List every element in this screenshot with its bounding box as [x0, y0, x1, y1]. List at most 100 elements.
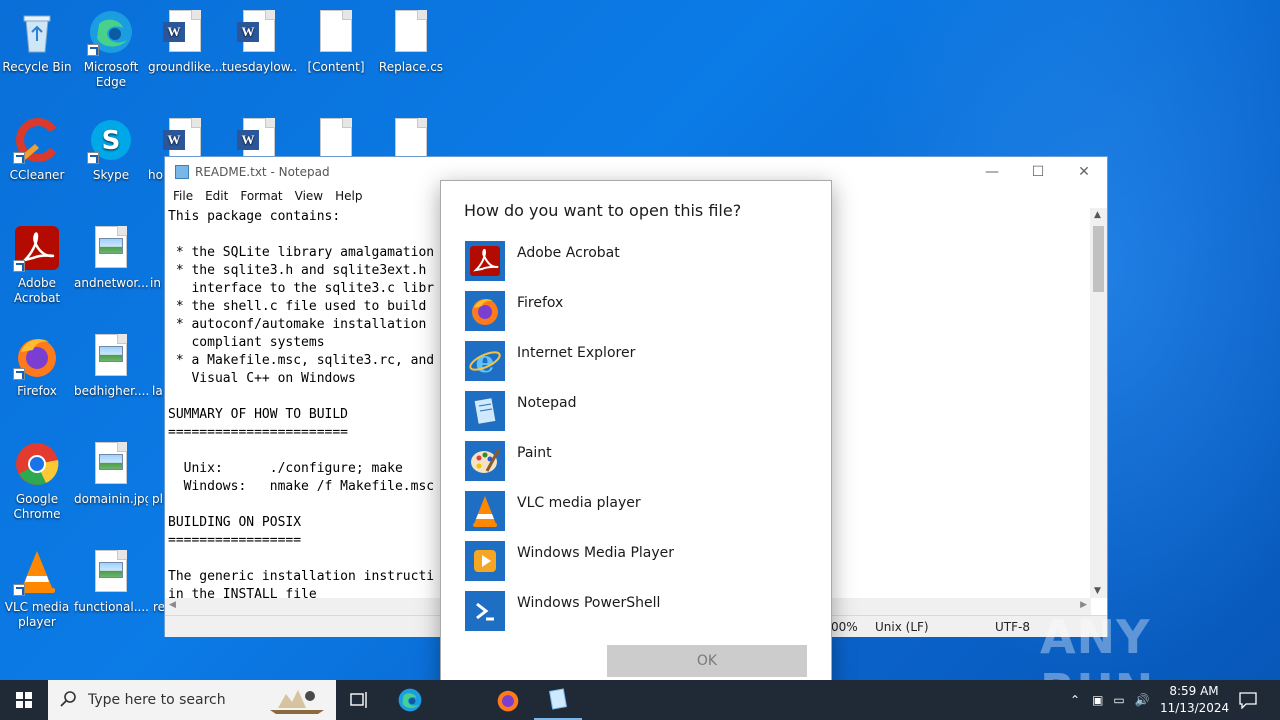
- desktop-icon-vlc[interactable]: VLC media player: [0, 548, 74, 630]
- shortcut-arrow-icon: [87, 44, 99, 56]
- firefox-icon: [13, 332, 61, 380]
- desktop-icon-label: functional....: [74, 600, 148, 614]
- desktop-icon-label: Skype: [92, 168, 130, 182]
- vertical-scrollbar[interactable]: ▲ ▼: [1090, 208, 1107, 598]
- adobe-acrobat-icon: [465, 241, 505, 281]
- zoom-level: 00%: [831, 620, 858, 634]
- desktop-icon-ccleaner[interactable]: CCleaner: [0, 116, 74, 183]
- vlc-icon: [465, 491, 505, 531]
- clock-date: 11/13/2024: [1160, 701, 1230, 715]
- desktop-icon-functional[interactable]: functional....: [74, 548, 148, 615]
- desktop-icon-label: VLC media player: [4, 600, 70, 629]
- app-name: VLC media player: [517, 495, 641, 511]
- menu-view[interactable]: View: [289, 187, 329, 207]
- menu-file[interactable]: File: [167, 187, 199, 207]
- menu-edit[interactable]: Edit: [199, 187, 234, 207]
- taskbar-search-box[interactable]: Type here to search: [48, 680, 336, 720]
- desktop-icon-microsoft-edge[interactable]: Microsoft Edge: [74, 8, 148, 90]
- windows-media-player-icon: [465, 541, 505, 581]
- desktop-icon-label: Replace.cs: [378, 60, 444, 74]
- volume-icon[interactable]: 🔊: [1135, 693, 1150, 707]
- app-option-notepad[interactable]: Notepad: [465, 391, 809, 441]
- scroll-right-icon[interactable]: ▶: [1080, 600, 1087, 610]
- chevron-up-icon[interactable]: ⌃: [1070, 693, 1080, 707]
- desktop-icon-word-row2-b[interactable]: W: [222, 116, 296, 160]
- app-name: Notepad: [517, 395, 577, 411]
- image-file-icon: [87, 548, 135, 596]
- app-option-internet-explorer[interactable]: e Internet Explorer: [465, 341, 809, 391]
- close-button[interactable]: ✕: [1061, 157, 1107, 187]
- desktop-icon-content[interactable]: [Content]: [299, 8, 373, 75]
- desktop-icon-bedhigher[interactable]: bedhigher....: [74, 332, 148, 399]
- app-option-vlc[interactable]: VLC media player: [465, 491, 809, 541]
- desktop-icon-text-file[interactable]: [299, 116, 373, 160]
- line-ending: Unix (LF): [875, 620, 929, 634]
- taskbar-edge-button[interactable]: [386, 680, 434, 720]
- encoding: UTF-8: [995, 620, 1030, 634]
- desktop-icon-domainin[interactable]: domainin.jpg: [74, 440, 148, 507]
- desktop-icon-recycle-bin[interactable]: Recycle Bin: [0, 8, 74, 75]
- recycle-bin-icon: [13, 8, 61, 56]
- search-highlight-icon: [266, 684, 328, 720]
- meet-now-icon[interactable]: ▣: [1092, 693, 1103, 707]
- desktop-icon-label: Google Chrome: [13, 492, 61, 521]
- desktop-icon-skype[interactable]: S Skype: [74, 116, 148, 183]
- app-option-windows-powershell[interactable]: Windows PowerShell: [465, 591, 809, 641]
- app-option-adobe-acrobat[interactable]: Adobe Acrobat: [465, 241, 809, 291]
- blank-file-icon: [312, 8, 360, 56]
- scroll-down-icon[interactable]: ▼: [1094, 586, 1101, 596]
- word-document-icon: W: [161, 8, 209, 56]
- app-name: Internet Explorer: [517, 345, 636, 361]
- desktop-icon-word-row2-a[interactable]: W: [148, 116, 222, 160]
- desktop-icon-label: Recycle Bin: [2, 60, 72, 74]
- app-name: Paint: [517, 445, 552, 461]
- windows-logo-icon: [16, 692, 32, 708]
- taskbar-clock[interactable]: 8:59 AM 11/13/2024: [1160, 683, 1230, 717]
- menu-format[interactable]: Format: [234, 187, 288, 207]
- desktop-icon-replace-cs[interactable]: Replace.cs: [374, 8, 448, 75]
- notepad-icon: [465, 391, 505, 431]
- desktop-icon-label: andnetwor....: [74, 276, 148, 290]
- taskbar-firefox-button[interactable]: [484, 680, 532, 720]
- minimize-button[interactable]: —: [969, 157, 1015, 187]
- scroll-up-icon[interactable]: ▲: [1094, 210, 1101, 220]
- adobe-acrobat-icon: [13, 224, 61, 272]
- menu-help[interactable]: Help: [329, 187, 368, 207]
- dialog-title: How do you want to open this file?: [464, 201, 742, 220]
- app-name: Windows Media Player: [517, 545, 675, 561]
- desktop-icon-groundlike[interactable]: W groundlike....: [148, 8, 222, 75]
- chrome-icon: [13, 440, 61, 488]
- skype-icon: S: [87, 116, 135, 164]
- desktop-icon-andnetwor[interactable]: andnetwor....: [74, 224, 148, 291]
- desktop-icon-label: domainin.jpg: [74, 492, 148, 506]
- scrollbar-thumb[interactable]: [1093, 226, 1104, 292]
- app-name: Adobe Acrobat: [517, 245, 620, 261]
- open-with-dialog[interactable]: How do you want to open this file? Adobe…: [440, 180, 832, 702]
- desktop-icon-label: bedhigher....: [74, 384, 148, 398]
- desktop-icon-label: Microsoft Edge: [83, 60, 139, 89]
- start-button[interactable]: [0, 680, 48, 720]
- task-view-button[interactable]: [336, 680, 384, 720]
- desktop-icon-label: Adobe Acrobat: [13, 276, 61, 305]
- desktop-icon-adobe-acrobat[interactable]: Adobe Acrobat: [0, 224, 74, 306]
- scroll-left-icon[interactable]: ◀: [169, 600, 176, 610]
- ok-button[interactable]: OK: [607, 645, 807, 677]
- desktop-icon-tuesdaylow[interactable]: W tuesdaylow....: [222, 8, 296, 75]
- maximize-button[interactable]: ☐: [1015, 157, 1061, 187]
- app-option-firefox[interactable]: Firefox: [465, 291, 809, 341]
- taskbar: Type here to search ⌃ ▣ ▭ 🔊 8:59 AM 11/1…: [0, 680, 1280, 720]
- app-option-paint[interactable]: Paint: [465, 441, 809, 491]
- ccleaner-icon: [13, 116, 61, 164]
- desktop-icon-google-chrome[interactable]: Google Chrome: [0, 440, 74, 522]
- app-option-windows-media-player[interactable]: Windows Media Player: [465, 541, 809, 591]
- notification-center-button[interactable]: [1224, 680, 1272, 720]
- clock-time: 8:59 AM: [1169, 684, 1219, 698]
- taskbar-notepad-button[interactable]: [534, 680, 582, 720]
- desktop-icon-firefox[interactable]: Firefox: [0, 332, 74, 399]
- vlc-icon: [13, 548, 61, 596]
- image-file-icon: [87, 224, 135, 272]
- firefox-icon: [465, 291, 505, 331]
- desktop-icon-blank-file[interactable]: [374, 116, 448, 160]
- network-icon[interactable]: ▭: [1113, 693, 1124, 707]
- notepad-app-icon: [175, 165, 189, 179]
